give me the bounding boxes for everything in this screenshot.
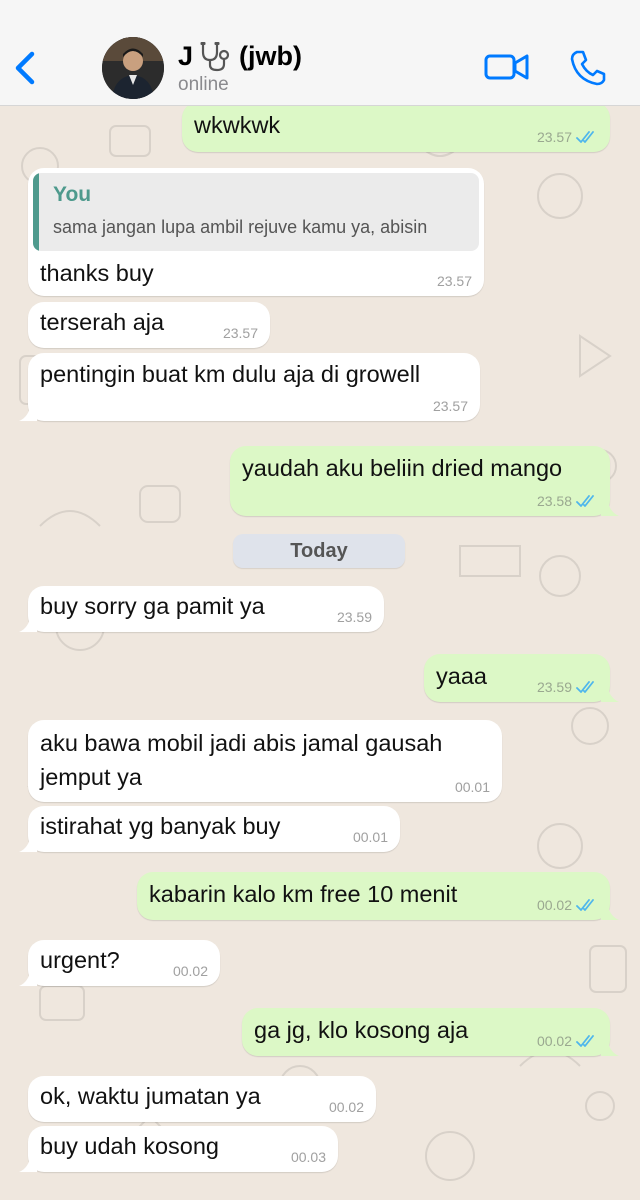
message-time: 23.59 bbox=[336, 609, 372, 625]
message-bubble-outgoing[interactable]: wkwkwk 23.57 bbox=[182, 106, 610, 152]
double-check-icon bbox=[576, 495, 594, 507]
message-bubble-incoming[interactable]: buy udah kosong 00.03 bbox=[19, 1126, 338, 1172]
bubble-tail bbox=[19, 403, 37, 421]
message-time: 23.59 bbox=[536, 679, 572, 695]
message-meta: 23.57 bbox=[433, 398, 468, 414]
message-text: ga jg, klo kosong aja bbox=[254, 1017, 469, 1043]
message-text: kabarin kalo km free 10 menit bbox=[149, 881, 458, 907]
message-meta: 23.57 bbox=[537, 129, 598, 145]
contact-name-suffix: (jwb) bbox=[239, 40, 303, 71]
phone-icon[interactable] bbox=[568, 48, 608, 88]
message-time: 00.02 bbox=[328, 1099, 364, 1115]
message-meta: 23.57 bbox=[437, 273, 472, 289]
date-divider: Today bbox=[233, 534, 405, 568]
message-bubble-incoming[interactable]: ok, waktu jumatan ya 00.02 bbox=[28, 1076, 376, 1122]
message-bubble-incoming[interactable]: buy sorry ga pamit ya 23.59 bbox=[19, 586, 384, 632]
bubble-tail bbox=[19, 1154, 37, 1172]
message-time: 23.58 bbox=[536, 493, 572, 509]
message-time: 23.57 bbox=[436, 273, 472, 289]
quote-accent-bar bbox=[33, 173, 39, 251]
message-time: 00.02 bbox=[536, 1033, 572, 1049]
message-bubble-incoming[interactable]: urgent? 00.02 bbox=[19, 940, 220, 986]
message-bubble-outgoing[interactable]: yaaa 23.59 bbox=[424, 654, 619, 702]
message-text: yaudah aku beliin dried mango bbox=[242, 455, 563, 481]
stethoscope-icon bbox=[200, 42, 230, 72]
avatar-photo bbox=[102, 37, 164, 99]
message-text: terserah aja bbox=[40, 309, 165, 335]
video-call-icon[interactable] bbox=[484, 50, 530, 84]
bubble-tail bbox=[601, 1038, 619, 1056]
message-time: 00.02 bbox=[536, 897, 572, 913]
bubble-tail bbox=[601, 498, 619, 516]
message-text: yaaa bbox=[436, 663, 487, 689]
message-time: 00.01 bbox=[454, 779, 490, 795]
bubble-tail bbox=[19, 968, 37, 986]
message-time: 23.57 bbox=[536, 129, 572, 145]
bubble-tail bbox=[19, 834, 37, 852]
message-bubble-incoming[interactable]: istirahat yg banyak buy 00.01 bbox=[19, 806, 400, 852]
double-check-icon bbox=[576, 131, 594, 143]
message-bubble-incoming[interactable]: You sama jangan lupa ambil rejuve kamu y… bbox=[28, 168, 484, 296]
message-time: 00.02 bbox=[172, 963, 208, 979]
message-meta: 23.58 bbox=[537, 493, 598, 509]
bubble-tail bbox=[601, 902, 619, 920]
message-meta: 00.03 bbox=[291, 1149, 326, 1165]
contact-name[interactable]: J (jwb) bbox=[178, 40, 302, 72]
message-text: buy udah kosong bbox=[40, 1133, 220, 1159]
quote-text: sama jangan lupa ambil rejuve kamu ya, a… bbox=[53, 217, 428, 237]
message-text: thanks buy bbox=[40, 260, 154, 286]
message-meta: 00.02 bbox=[329, 1099, 364, 1115]
bubble-tail bbox=[19, 614, 37, 632]
contact-status: online bbox=[178, 74, 229, 95]
bubble-tail bbox=[601, 684, 619, 702]
chat-header: J (jwb) online bbox=[0, 0, 640, 106]
double-check-icon bbox=[576, 681, 594, 693]
message-text: ok, waktu jumatan ya bbox=[40, 1083, 261, 1109]
message-text: pentingin buat km dulu aja di growell bbox=[40, 361, 421, 387]
message-text: urgent? bbox=[40, 947, 120, 973]
message-bubble-incoming[interactable]: pentingin buat km dulu aja di growell 23… bbox=[19, 353, 480, 421]
double-check-icon bbox=[576, 1035, 594, 1047]
message-text: wkwkwk bbox=[194, 112, 281, 138]
message-bubble-incoming[interactable]: aku bawa mobil jadi abis jamal gausah je… bbox=[28, 720, 502, 802]
message-meta: 00.02 bbox=[537, 1033, 598, 1049]
message-bubble-outgoing[interactable]: ga jg, klo kosong aja 00.02 bbox=[242, 1008, 619, 1056]
message-time: 23.57 bbox=[222, 325, 258, 341]
message-time: 00.03 bbox=[290, 1149, 326, 1165]
message-meta: 23.59 bbox=[337, 609, 372, 625]
message-meta: 00.01 bbox=[455, 779, 490, 795]
message-time: 23.57 bbox=[432, 398, 468, 414]
message-bubble-outgoing[interactable]: kabarin kalo km free 10 menit 00.02 bbox=[137, 872, 619, 920]
message-meta: 00.02 bbox=[173, 963, 208, 979]
message-bubble-outgoing[interactable]: yaudah aku beliin dried mango 23.58 bbox=[230, 446, 619, 516]
message-text: buy sorry ga pamit ya bbox=[40, 593, 265, 619]
message-text: aku bawa mobil jadi abis jamal gausah bbox=[40, 730, 443, 756]
quoted-message[interactable]: You sama jangan lupa ambil rejuve kamu y… bbox=[33, 173, 479, 251]
message-meta: 23.59 bbox=[537, 679, 598, 695]
message-text-line2: jemput ya bbox=[40, 764, 142, 790]
quote-author: You bbox=[53, 183, 92, 206]
message-bubble-incoming[interactable]: terserah aja 23.57 bbox=[28, 302, 270, 348]
message-text: istirahat yg banyak buy bbox=[40, 813, 281, 839]
contact-name-initial: J bbox=[178, 40, 194, 71]
chevron-left-icon[interactable] bbox=[10, 48, 40, 88]
double-check-icon bbox=[576, 899, 594, 911]
message-meta: 23.57 bbox=[223, 325, 258, 341]
message-meta: 00.01 bbox=[353, 829, 388, 845]
chat-area[interactable]: wkwkwk 23.57 You sama jangan lupa ambil … bbox=[0, 106, 640, 1200]
message-time: 00.01 bbox=[352, 829, 388, 845]
message-meta: 00.02 bbox=[537, 897, 598, 913]
avatar[interactable] bbox=[102, 37, 164, 99]
